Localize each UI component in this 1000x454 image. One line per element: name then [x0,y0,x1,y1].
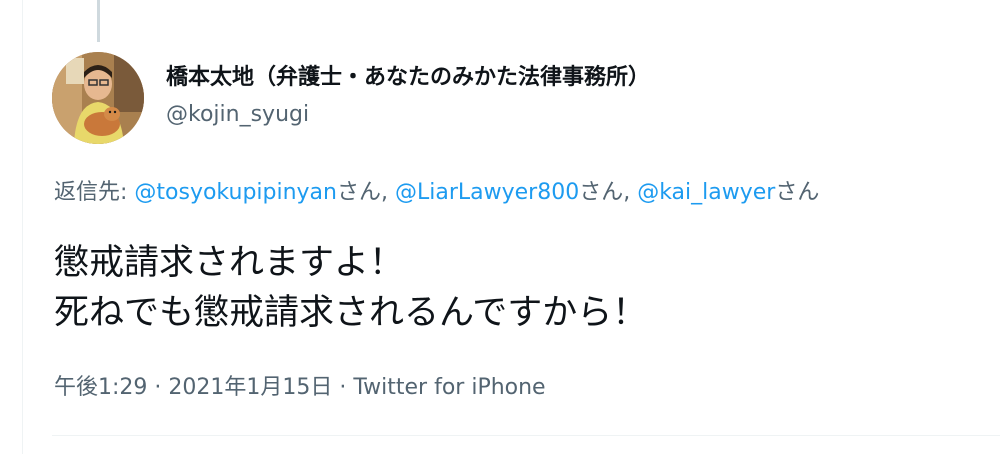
meta-separator: · [332,375,354,400]
tweet-date[interactable]: 2021年1月15日 [168,375,332,400]
mention-suffix: さん, [336,180,395,205]
avatar[interactable] [52,52,144,144]
mention-link-kai-lawyer[interactable]: @kai_lawyer [637,180,775,205]
tweet-text-line: 懲戒請求されますよ！ [54,243,405,283]
mention-link-liarlawyer800[interactable]: @LiarLawyer800 [395,180,579,205]
tweet-text-line: 死ねでも懲戒請求されるんですから！ [54,293,648,333]
reply-prefix: 返信先: [54,180,135,205]
author-display-name[interactable]: 橋本太地（弁護士・あなたのみかた法律事務所） [166,64,650,92]
mention-link-tosyokupipinyan[interactable]: @tosyokupipinyan [134,180,337,205]
divider [52,435,1000,436]
author-handle[interactable]: @kojin_syugi [166,101,309,129]
mention-suffix: さん [775,180,820,205]
tweet-text: 懲戒請求されますよ！ 死ねでも懲戒請求されるんですから！ [54,238,647,338]
tweet-time[interactable]: 午後1:29 [54,375,147,400]
tweet-source[interactable]: Twitter for iPhone [353,375,545,400]
tweet-page: 橋本太地（弁護士・あなたのみかた法律事務所） @kojin_syugi 返信先:… [0,0,1000,454]
meta-separator: · [147,375,169,400]
thread-connector-line [97,0,100,42]
mention-suffix: さん, [579,180,638,205]
tweet-meta: 午後1:29 · 2021年1月15日 · Twitter for iPhone [54,373,546,403]
reply-context: 返信先: @tosyokupipinyanさん, @LiarLawyer800さ… [54,178,819,208]
avatar-photo [52,52,144,144]
